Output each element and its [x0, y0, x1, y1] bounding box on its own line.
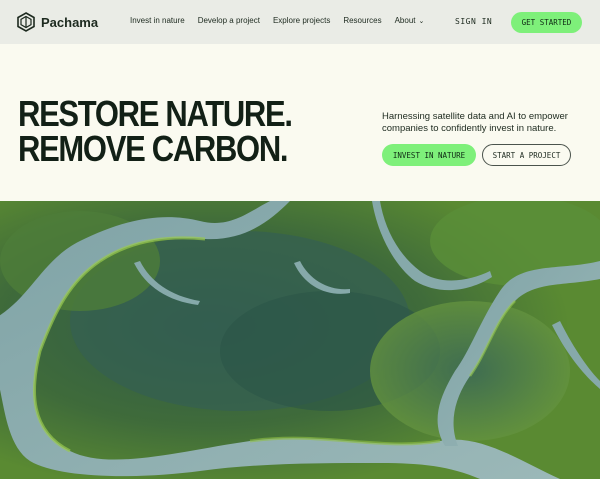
hexagon-tree-logo-icon	[17, 12, 35, 32]
top-navigation: Pachama Invest in nature Develop a proje…	[0, 0, 600, 44]
nav-link-resources[interactable]: Resources	[343, 16, 381, 25]
nav-link-develop[interactable]: Develop a project	[198, 16, 260, 25]
hero-subtext: Harnessing satellite data and AI to empo…	[382, 111, 568, 134]
aerial-wetland-illustration	[0, 201, 600, 479]
nav-links: Invest in nature Develop a project Explo…	[130, 16, 424, 25]
start-a-project-button[interactable]: START A PROJECT	[482, 144, 571, 166]
nav-link-about-label: About	[394, 16, 416, 25]
nav-link-explore[interactable]: Explore projects	[273, 16, 330, 25]
headline-line-1: RESTORE NATURE.	[18, 93, 293, 134]
hero-section: RESTORE NATURE. REMOVE CARBON. Harnessin…	[0, 44, 600, 201]
hero-headline: RESTORE NATURE. REMOVE CARBON.	[18, 93, 293, 169]
sign-in-link[interactable]: SIGN IN	[455, 17, 492, 26]
invest-in-nature-button[interactable]: INVEST IN NATURE	[382, 144, 476, 166]
aerial-wetland-image	[0, 201, 600, 479]
headline-line-2: REMOVE CARBON.	[18, 128, 288, 169]
brand-name: Pachama	[41, 14, 99, 30]
nav-link-about[interactable]: About ⌄	[395, 16, 425, 25]
brand-logo[interactable]: Pachama	[16, 12, 98, 32]
nav-link-invest[interactable]: Invest in nature	[130, 16, 185, 25]
get-started-button[interactable]: GET STARTED	[511, 12, 582, 33]
chevron-down-icon: ⌄	[418, 18, 425, 25]
